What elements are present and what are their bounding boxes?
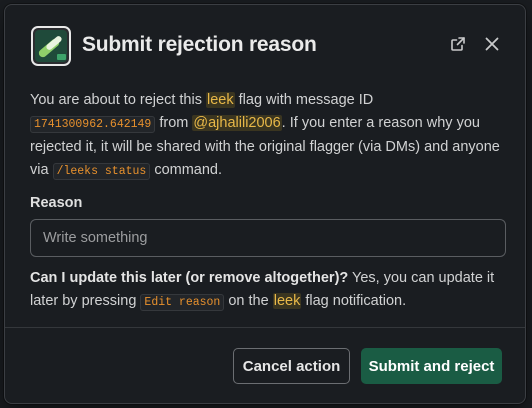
submit-button[interactable]: Submit and reject bbox=[361, 348, 502, 384]
intro-text: flag with message ID bbox=[234, 92, 374, 108]
reason-label: Reason bbox=[30, 195, 83, 211]
close-icon[interactable] bbox=[481, 33, 503, 55]
intro-text: You are about to reject this bbox=[30, 92, 206, 108]
help-answer: flag notification. bbox=[301, 292, 407, 309]
open-in-new-window-icon[interactable] bbox=[447, 33, 469, 55]
flag-keyword: leek bbox=[272, 292, 302, 309]
command-code: /leeks status bbox=[52, 162, 151, 180]
help-question: Can I update this later (or remove altog… bbox=[30, 270, 349, 286]
edit-reason-code: Edit reason bbox=[140, 293, 225, 311]
leek-app-icon bbox=[31, 26, 71, 66]
reason-input[interactable] bbox=[30, 219, 506, 257]
dialog-header: Submit rejection reason bbox=[5, 5, 525, 83]
intro-text: from bbox=[155, 114, 193, 131]
dialog-title: Submit rejection reason bbox=[82, 33, 317, 56]
message-id-code: 1741300962.642149 bbox=[30, 115, 156, 133]
help-answer: on the bbox=[224, 292, 273, 309]
help-text: Can I update this later (or remove altog… bbox=[30, 267, 506, 314]
rejection-dialog: Submit rejection reason You are about to… bbox=[4, 4, 526, 404]
dialog-intro-text: You are about to reject this leek flag w… bbox=[30, 89, 500, 183]
footer-divider bbox=[5, 327, 525, 328]
user-mention[interactable]: @ajhalili2006 bbox=[192, 114, 282, 131]
intro-text: command. bbox=[150, 161, 223, 178]
cancel-button[interactable]: Cancel action bbox=[233, 348, 350, 384]
flag-keyword: leek bbox=[206, 92, 235, 108]
